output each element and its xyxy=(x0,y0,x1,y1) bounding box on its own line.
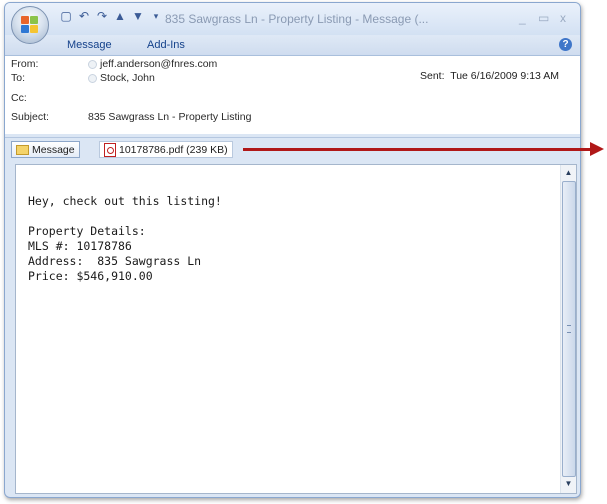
sent-value: Tue 6/16/2009 9:13 AM xyxy=(450,70,559,82)
to-value[interactable]: Stock, John xyxy=(88,72,155,84)
message-window: ▢ ↶ ↷ ▲ ▼ ▾ 835 Sawgrass Ln - Property L… xyxy=(4,2,581,498)
from-value[interactable]: jeff.anderson@fnres.com xyxy=(88,58,217,70)
body-line: Property Details: xyxy=(28,224,146,238)
presence-icon xyxy=(88,59,97,69)
body-line: Hey, check out this listing! xyxy=(28,194,222,208)
customize-toolbar-icon[interactable]: ▾ xyxy=(149,9,163,23)
to-recipient: Stock, John xyxy=(100,72,155,84)
tab-message[interactable]: Message xyxy=(67,39,112,51)
quick-access-toolbar: ▢ ↶ ↷ ▲ ▼ ▾ xyxy=(59,9,163,23)
sent-info: Sent: Tue 6/16/2009 9:13 AM xyxy=(420,70,559,82)
envelope-icon xyxy=(16,144,29,155)
subject-label: Subject: xyxy=(11,111,49,123)
annotation-arrow-line xyxy=(243,148,593,151)
window-title: 835 Sawgrass Ln - Property Listing - Mes… xyxy=(165,12,429,26)
scroll-up-icon[interactable]: ▲ xyxy=(562,166,575,180)
previous-item-icon[interactable]: ▲ xyxy=(113,9,127,23)
help-icon[interactable]: ? xyxy=(559,38,572,51)
scroll-thumb[interactable] xyxy=(562,181,576,477)
title-bar: ▢ ↶ ↷ ▲ ▼ ▾ 835 Sawgrass Ln - Property L… xyxy=(5,3,580,35)
message-body[interactable]: Hey, check out this listing! Property De… xyxy=(15,164,577,494)
pdf-icon xyxy=(104,142,116,157)
cc-label: Cc: xyxy=(11,92,27,104)
message-view-tab[interactable]: Message xyxy=(11,141,80,158)
next-item-icon[interactable]: ▼ xyxy=(131,9,145,23)
body-line: Price: $546,910.00 xyxy=(28,269,153,283)
subject-value: 835 Sawgrass Ln - Property Listing xyxy=(88,111,252,123)
body-line: Address: 835 Sawgrass Ln xyxy=(28,254,202,268)
scroll-grip-icon xyxy=(567,325,571,333)
ribbon-tab-bar: Message Add-Ins ? xyxy=(5,35,580,56)
vertical-scrollbar[interactable]: ▲ ▼ xyxy=(560,165,576,493)
office-button[interactable] xyxy=(11,6,49,44)
from-address: jeff.anderson@fnres.com xyxy=(100,58,218,70)
attachment-label: 10178786.pdf (239 KB) xyxy=(119,143,228,156)
presence-icon xyxy=(88,73,97,83)
scroll-down-icon[interactable]: ▼ xyxy=(562,477,575,491)
tab-add-ins[interactable]: Add-Ins xyxy=(147,39,185,51)
minimize-button[interactable]: _ xyxy=(519,11,526,25)
maximize-button[interactable]: ▭ xyxy=(538,11,549,25)
office-logo-icon xyxy=(21,16,39,34)
to-label: To: xyxy=(11,72,26,84)
message-body-text: Hey, check out this listing! Property De… xyxy=(28,179,222,284)
from-label: From: xyxy=(11,58,39,70)
save-icon[interactable]: ▢ xyxy=(59,9,73,23)
message-view-label: Message xyxy=(32,143,75,156)
message-header: From: jeff.anderson@fnres.com Sent: Tue … xyxy=(5,56,580,134)
pdf-attachment[interactable]: 10178786.pdf (239 KB) xyxy=(99,141,233,158)
close-button[interactable]: x xyxy=(560,11,566,25)
sent-label: Sent: xyxy=(420,70,445,82)
body-line: MLS #: 10178786 xyxy=(28,239,132,253)
undo-icon[interactable]: ↶ xyxy=(77,9,91,23)
annotation-arrow-head-icon xyxy=(590,142,604,156)
redo-icon[interactable]: ↷ xyxy=(95,9,109,23)
